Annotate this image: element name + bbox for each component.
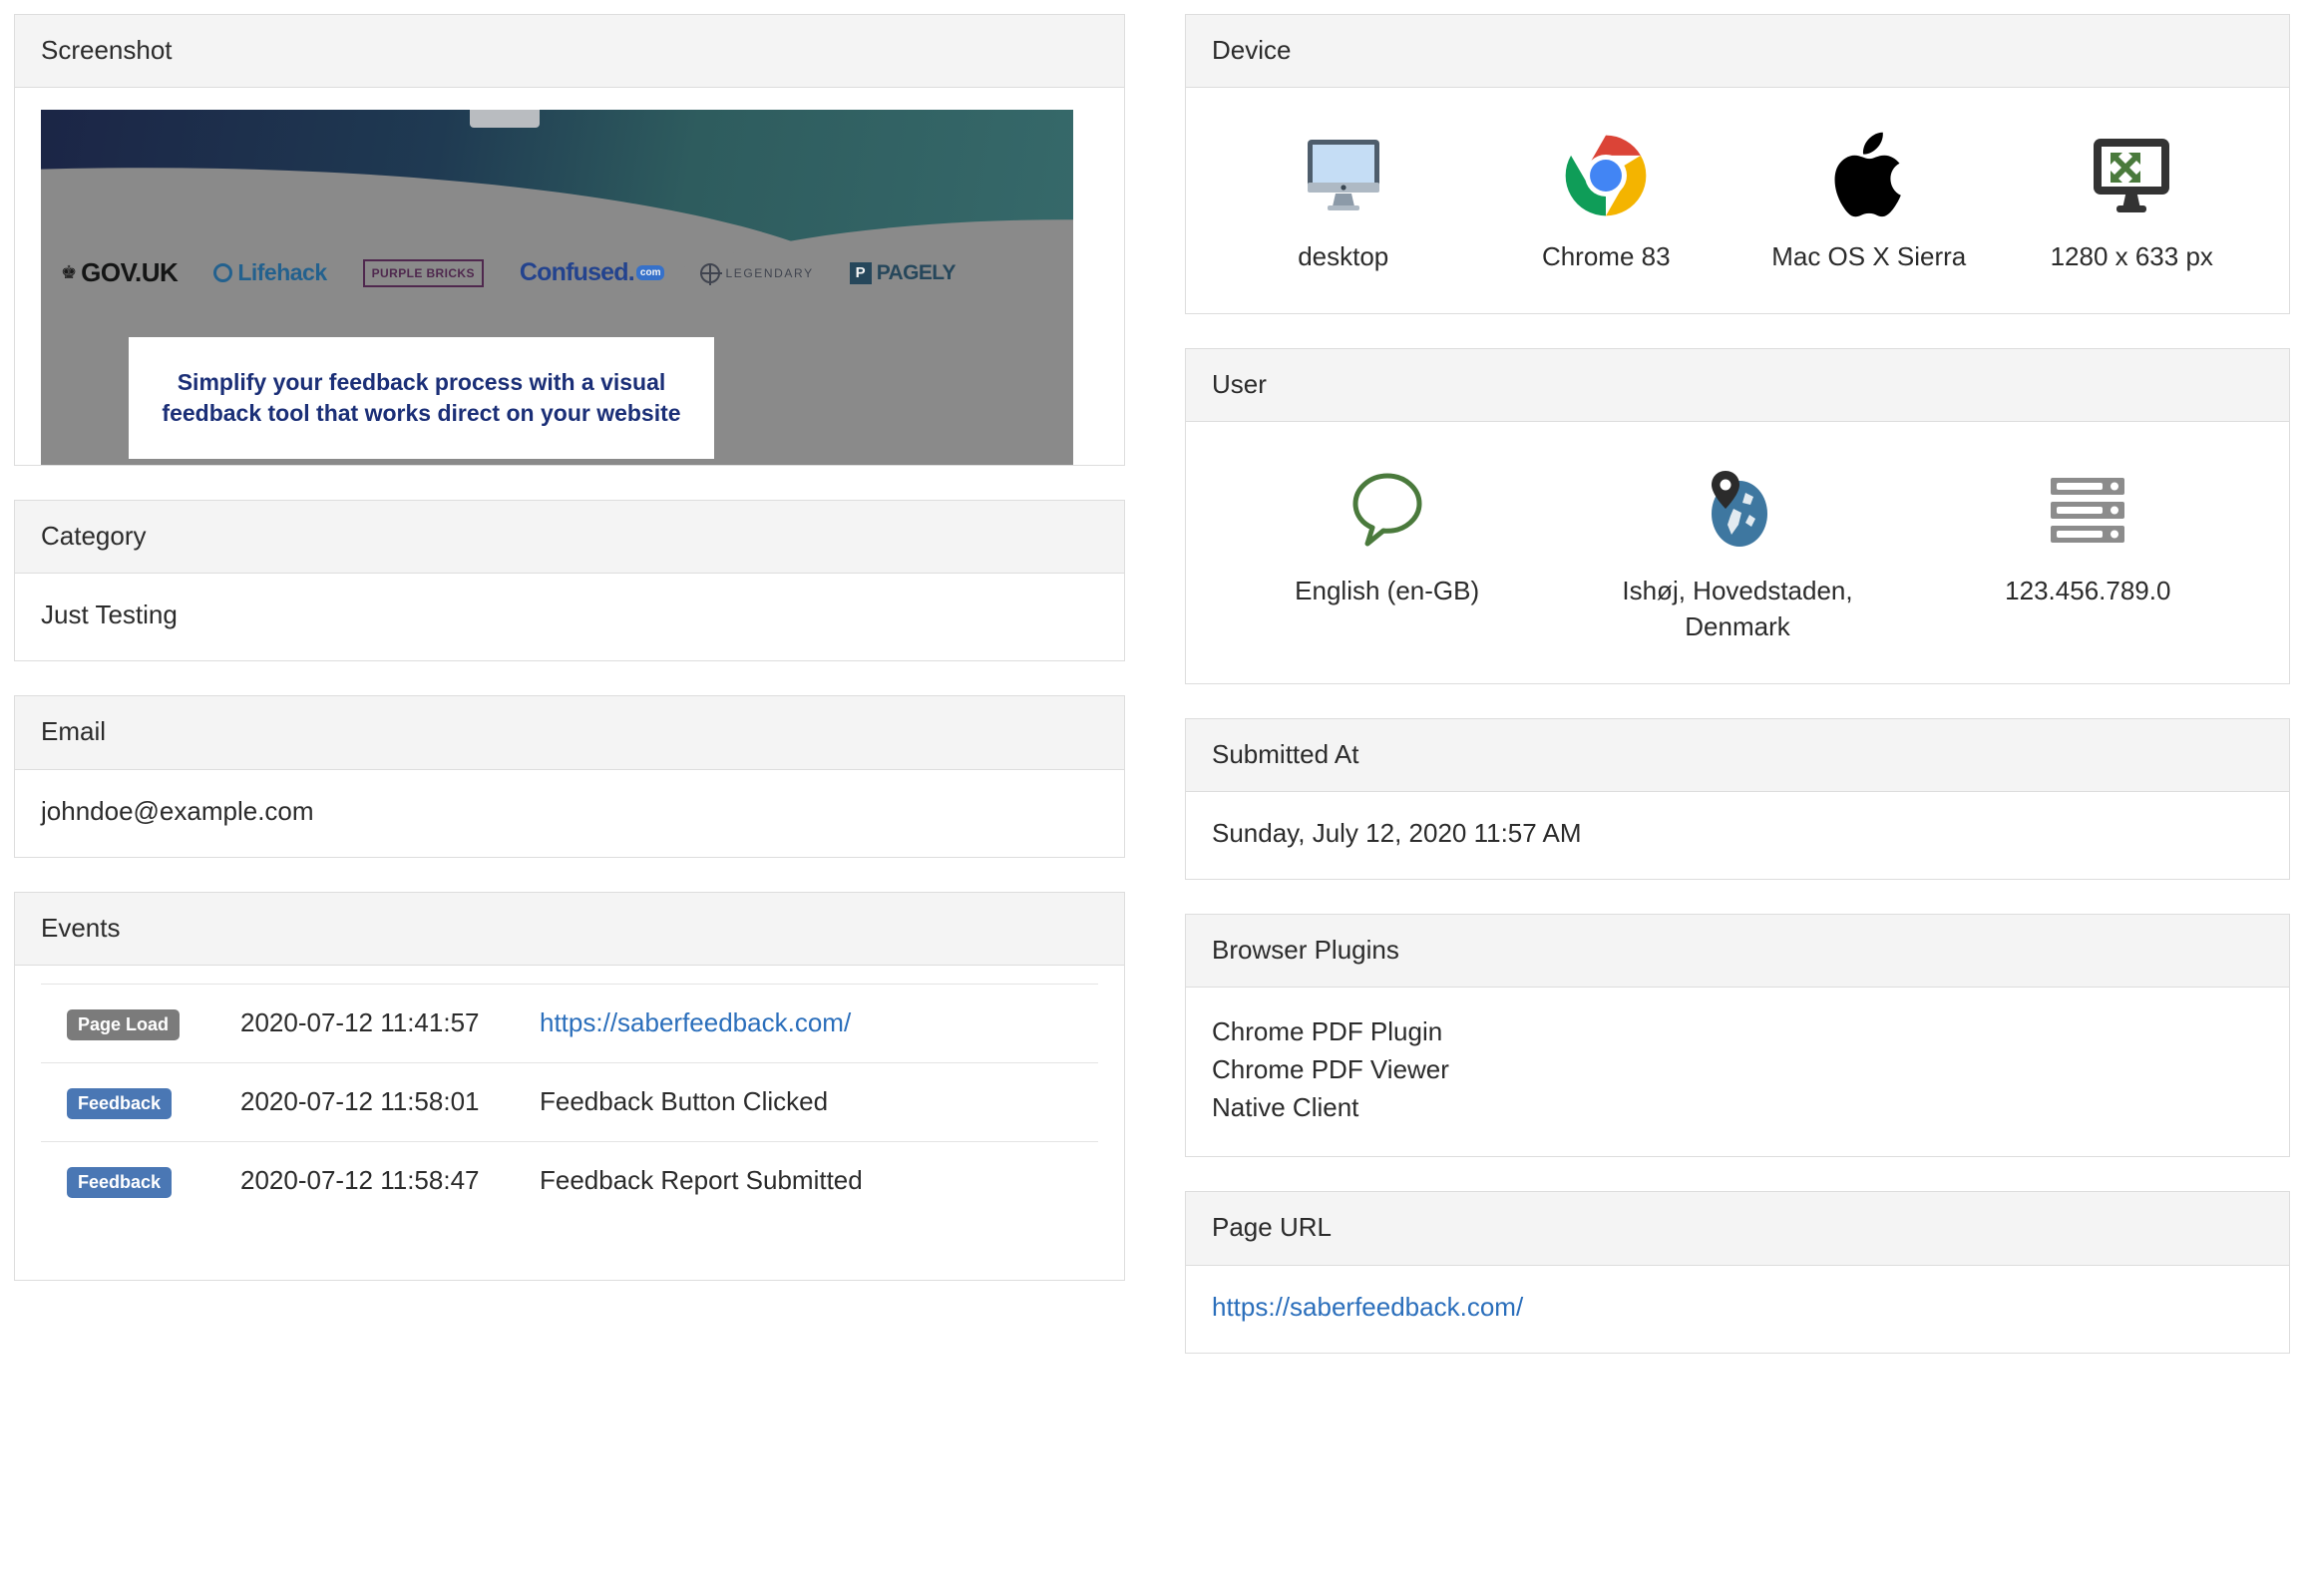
device-item-resolution-label: 1280 x 633 px xyxy=(2051,239,2213,275)
confused-com-badge: com xyxy=(636,265,665,280)
device-item-resolution: 1280 x 633 px xyxy=(2001,110,2264,287)
globe-location-pin-icon xyxy=(1696,462,1779,558)
device-item-browser-label: Chrome 83 xyxy=(1542,239,1671,275)
chrome-logo-icon xyxy=(1564,128,1648,223)
page-url-panel-body: https://saberfeedback.com/ xyxy=(1186,1266,2289,1353)
logo-govuk-label: GOV.UK xyxy=(81,257,178,288)
email-value: johndoe@example.com xyxy=(15,770,1124,857)
screenshot-top-tab xyxy=(470,110,540,128)
speech-bubble-icon xyxy=(1345,462,1429,558)
events-panel: Events Page Load 2020-07-12 11:41:57 htt… xyxy=(14,892,1125,1281)
logo-pagely-label: PAGELY xyxy=(877,261,956,285)
event-timestamp: 2020-07-12 11:41:57 xyxy=(240,984,540,1062)
browser-plugins-panel-title: Browser Plugins xyxy=(1186,915,2289,988)
screenshot-panel-body: ♚ GOV.UK Lifehack PURPLE BRICKS Confused… xyxy=(15,88,1124,465)
screenshot-panel: Screenshot ♚ GOV.UK Lifehack xyxy=(14,14,1125,466)
list-item: Chrome PDF Viewer xyxy=(1212,1051,2263,1089)
left-column: Screenshot ♚ GOV.UK Lifehack xyxy=(14,14,1125,1596)
category-panel: Category Just Testing xyxy=(14,500,1125,661)
right-column: Device desktop xyxy=(1185,14,2290,1596)
screenshot-headline: Simplify your feedback process with a vi… xyxy=(129,367,714,429)
screen-resolution-icon xyxy=(2089,128,2174,223)
lifehack-ring-icon xyxy=(213,263,232,282)
page-url-link[interactable]: https://saberfeedback.com/ xyxy=(1212,1292,1523,1322)
user-panel: User English (en-GB) xyxy=(1185,348,2290,684)
user-item-ip-label: 123.456.789.0 xyxy=(2005,574,2170,609)
event-timestamp: 2020-07-12 11:58:01 xyxy=(240,1062,540,1141)
email-panel: Email johndoe@example.com xyxy=(14,695,1125,857)
category-panel-title: Category xyxy=(15,501,1124,574)
submitted-at-value: Sunday, July 12, 2020 11:57 AM xyxy=(1186,792,2289,879)
device-item-os-label: Mac OS X Sierra xyxy=(1771,239,1966,275)
category-value: Just Testing xyxy=(15,574,1124,660)
email-panel-title: Email xyxy=(15,696,1124,769)
status-badge: Page Load xyxy=(67,1009,180,1040)
page-url-panel: Page URL https://saberfeedback.com/ xyxy=(1185,1191,2290,1353)
event-detail: Feedback Report Submitted xyxy=(540,1141,1098,1220)
legendary-globe-icon xyxy=(700,263,720,283)
apple-logo-icon xyxy=(1833,128,1905,223)
event-timestamp: 2020-07-12 11:58:47 xyxy=(240,1141,540,1220)
table-row: Page Load 2020-07-12 11:41:57 https://sa… xyxy=(41,984,1098,1062)
list-item: Chrome PDF Plugin xyxy=(1212,1013,2263,1051)
device-panel-body: desktop Chrome 83 xyxy=(1186,88,2289,313)
submitted-at-panel-title: Submitted At xyxy=(1186,719,2289,792)
screenshot-image[interactable]: ♚ GOV.UK Lifehack PURPLE BRICKS Confused… xyxy=(41,110,1073,465)
user-panel-body: English (en-GB) xyxy=(1186,422,2289,683)
user-panel-title: User xyxy=(1186,349,2289,422)
user-item-language-label: English (en-GB) xyxy=(1295,574,1479,609)
events-panel-title: Events xyxy=(15,893,1124,966)
logo-lifehack: Lifehack xyxy=(213,259,326,286)
confused-icon: Confused. xyxy=(520,258,634,287)
pagely-icon: P xyxy=(850,262,872,284)
status-badge: Feedback xyxy=(67,1167,172,1198)
crown-icon: ♚ xyxy=(61,262,76,283)
device-item-desktop-label: desktop xyxy=(1298,239,1388,275)
device-item-desktop: desktop xyxy=(1212,110,1475,287)
status-badge: Feedback xyxy=(67,1088,172,1119)
desktop-monitor-icon xyxy=(1302,128,1385,223)
table-row: Feedback 2020-07-12 11:58:01 Feedback Bu… xyxy=(41,1062,1098,1141)
browser-plugins-panel-body: Chrome PDF Plugin Chrome PDF Viewer Nati… xyxy=(1186,988,2289,1156)
event-detail: Feedback Button Clicked xyxy=(540,1062,1098,1141)
screenshot-headline-card: Simplify your feedback process with a vi… xyxy=(129,337,714,459)
submitted-at-panel: Submitted At Sunday, July 12, 2020 11:57… xyxy=(1185,718,2290,880)
device-item-browser: Chrome 83 xyxy=(1475,110,1738,287)
screenshot-panel-title: Screenshot xyxy=(15,15,1124,88)
list-item: Native Client xyxy=(1212,1089,2263,1127)
feedback-report-page: Screenshot ♚ GOV.UK Lifehack xyxy=(0,0,2306,1596)
device-item-os: Mac OS X Sierra xyxy=(1737,110,2001,287)
events-table: Page Load 2020-07-12 11:41:57 https://sa… xyxy=(41,984,1098,1220)
user-item-location-label: Ishøj, Hovedstaden, Denmark xyxy=(1568,574,1906,645)
logo-lifehack-label: Lifehack xyxy=(237,259,326,286)
browser-plugins-panel: Browser Plugins Chrome PDF Plugin Chrome… xyxy=(1185,914,2290,1157)
page-url-panel-title: Page URL xyxy=(1186,1192,2289,1265)
user-item-location: Ishøj, Hovedstaden, Denmark xyxy=(1562,444,1912,657)
events-panel-body: Page Load 2020-07-12 11:41:57 https://sa… xyxy=(15,966,1124,1280)
logo-legendary: LEGENDARY xyxy=(700,263,813,283)
table-row: Feedback 2020-07-12 11:58:47 Feedback Re… xyxy=(41,1141,1098,1220)
logo-govuk: ♚ GOV.UK xyxy=(61,257,178,288)
logo-confused: Confused. com xyxy=(520,258,665,287)
screenshot-logo-strip: ♚ GOV.UK Lifehack PURPLE BRICKS Confused… xyxy=(61,257,1041,288)
server-stack-icon xyxy=(2045,462,2130,558)
user-item-language: English (en-GB) xyxy=(1212,444,1562,657)
purple-bricks-icon: PURPLE BRICKS xyxy=(363,259,484,287)
logo-purple-bricks: PURPLE BRICKS xyxy=(363,259,484,287)
event-detail-link[interactable]: https://saberfeedback.com/ xyxy=(540,1007,851,1037)
device-panel: Device desktop xyxy=(1185,14,2290,314)
device-panel-title: Device xyxy=(1186,15,2289,88)
logo-pagely: P PAGELY xyxy=(850,261,956,285)
user-item-ip: 123.456.789.0 xyxy=(1913,444,2263,657)
logo-legendary-label: LEGENDARY xyxy=(725,266,813,280)
